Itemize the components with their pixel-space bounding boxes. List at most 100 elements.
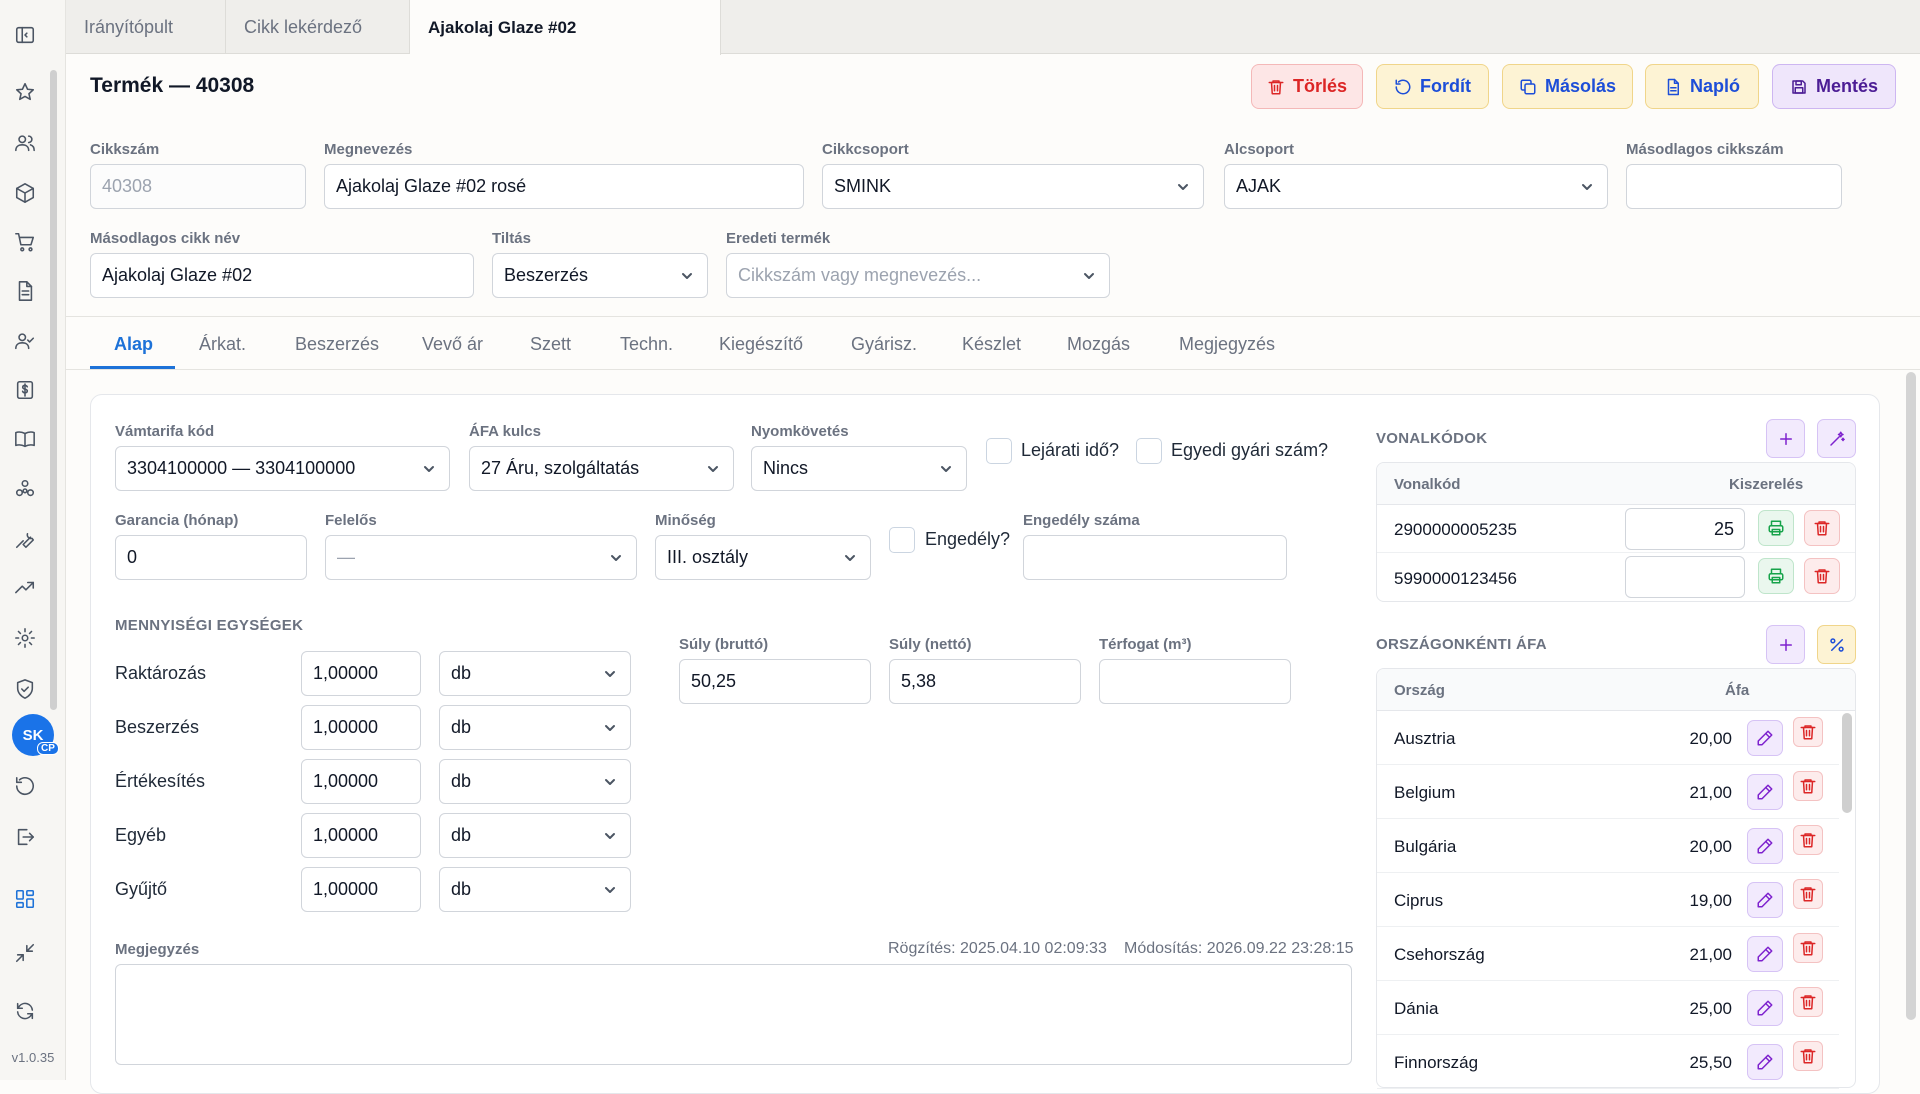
tab-szett[interactable]: Szett (530, 317, 571, 371)
logout-icon[interactable] (12, 824, 38, 850)
dashboard-grid-icon[interactable] (12, 886, 38, 912)
tab-alap[interactable]: Alap (114, 317, 153, 371)
masodlagos-cikk-nev-field[interactable]: Ajakolaj Glaze #02 (90, 253, 474, 298)
edit-vat-button[interactable] (1747, 882, 1783, 918)
unit-select-gyujto[interactable]: db (439, 867, 631, 912)
star-icon[interactable] (12, 79, 38, 105)
main-scrollbar[interactable] (1906, 372, 1916, 1020)
users-icon[interactable] (12, 130, 38, 156)
wrench-icon[interactable] (12, 526, 38, 552)
toggle-sidebar-icon[interactable] (12, 22, 38, 48)
masodlagos-cikkszam-field[interactable] (1626, 164, 1842, 209)
copy-button[interactable]: Másolás (1502, 64, 1633, 109)
nyomkovetes-select[interactable]: Nincs (751, 446, 967, 491)
tiltas-select[interactable]: Beszerzés (492, 253, 708, 298)
afa-select[interactable]: 27 Áru, szolgáltatás (469, 446, 734, 491)
book-icon[interactable] (12, 426, 38, 452)
barcodes-table-header: Vonalkód Kiszerelés (1377, 463, 1855, 505)
history-icon[interactable] (12, 773, 38, 799)
tab-vevo-ar[interactable]: Vevő ár (422, 317, 483, 371)
country-name: Belgium (1394, 783, 1456, 802)
edit-vat-button[interactable] (1747, 720, 1783, 756)
felelos-select[interactable]: — (325, 535, 637, 580)
sidebar-scrollbar[interactable] (50, 70, 57, 710)
edit-vat-button[interactable] (1747, 1044, 1783, 1080)
vat-percent-button[interactable] (1817, 625, 1856, 664)
delete-button[interactable]: Törlés (1251, 64, 1363, 109)
unit-qty-ertekesites[interactable]: 1,00000 (301, 759, 421, 804)
engedely-checkbox[interactable] (889, 527, 915, 553)
user-check-icon[interactable] (12, 328, 38, 354)
print-barcode-button[interactable] (1758, 510, 1794, 546)
unit-select-beszerzes[interactable]: db (439, 705, 631, 750)
unit-qty-egyeb[interactable]: 1,00000 (301, 813, 421, 858)
suly-brutto-field[interactable]: 50,25 (679, 659, 871, 704)
print-barcode-button[interactable] (1758, 558, 1794, 594)
window-tab-item-query[interactable]: Cikk lekérdező (226, 0, 410, 54)
shield-check-icon[interactable] (12, 676, 38, 702)
unit-qty-gyujto[interactable]: 1,00000 (301, 867, 421, 912)
vamtarifa-select[interactable]: 3304100000 — 3304100000 (115, 446, 450, 491)
alcsoport-select[interactable]: AJAK (1224, 164, 1608, 209)
unit-select-egyeb[interactable]: db (439, 813, 631, 858)
garancia-field[interactable]: 0 (115, 535, 307, 580)
pack-field[interactable] (1625, 556, 1745, 598)
engedely-szama-field[interactable] (1023, 535, 1287, 580)
box-icon[interactable] (12, 180, 38, 206)
edit-vat-button[interactable] (1747, 828, 1783, 864)
lejarati-checkbox[interactable] (986, 438, 1012, 464)
delete-vat-button[interactable] (1793, 987, 1823, 1017)
megnevezes-field[interactable]: Ajakolaj Glaze #02 rosé (324, 164, 804, 209)
tab-megjegyzes[interactable]: Megjegyzés (1179, 317, 1275, 371)
delete-vat-button[interactable] (1793, 825, 1823, 855)
tab-arkat[interactable]: Árkat. (199, 317, 246, 371)
document-icon[interactable] (12, 278, 38, 304)
tab-keszlet[interactable]: Készlet (962, 317, 1021, 371)
cart-icon[interactable] (12, 229, 38, 255)
edit-vat-button[interactable] (1747, 990, 1783, 1026)
add-vat-button[interactable] (1766, 625, 1805, 664)
delete-barcode-button[interactable] (1804, 510, 1840, 546)
unit-qty-raktarozas[interactable]: 1,00000 (301, 651, 421, 696)
delete-vat-button[interactable] (1793, 933, 1823, 963)
suly-netto-field[interactable]: 5,38 (889, 659, 1081, 704)
translate-button[interactable]: Fordít (1376, 64, 1489, 109)
unit-qty-beszerzes[interactable]: 1,00000 (301, 705, 421, 750)
window-tab-dashboard[interactable]: Irányítópult (66, 0, 226, 54)
vat-table-scrollbar[interactable] (1842, 713, 1852, 813)
log-button[interactable]: Napló (1645, 64, 1759, 109)
megjegyzes-textarea[interactable] (115, 964, 1352, 1065)
save-button[interactable]: Mentés (1772, 64, 1896, 109)
garancia-label: Garancia (hónap) (115, 512, 239, 529)
tab-mozgas[interactable]: Mozgás (1067, 317, 1130, 371)
eredeti-termek-select[interactable]: Cikkszám vagy megnevezés... (726, 253, 1110, 298)
gear-icon[interactable] (12, 625, 38, 651)
unit-select-ertekesites[interactable]: db (439, 759, 631, 804)
edit-vat-button[interactable] (1747, 774, 1783, 810)
delete-barcode-button[interactable] (1804, 558, 1840, 594)
tab-beszerzes[interactable]: Beszerzés (295, 317, 379, 371)
unit-select-raktarozas[interactable]: db (439, 651, 631, 696)
cikkcsoport-select[interactable]: SMINK (822, 164, 1204, 209)
network-icon[interactable] (12, 476, 38, 502)
delete-vat-button[interactable] (1793, 1041, 1823, 1071)
delete-vat-button[interactable] (1793, 717, 1823, 747)
egyedi-checkbox[interactable] (1136, 438, 1162, 464)
generate-barcode-button[interactable] (1817, 419, 1856, 458)
pack-field[interactable]: 25 (1625, 508, 1745, 550)
delete-vat-button[interactable] (1793, 879, 1823, 909)
tab-gyarisz[interactable]: Gyárisz. (851, 317, 917, 371)
window-tab-product[interactable]: Ajakolaj Glaze #02 (410, 0, 721, 55)
tab-techn[interactable]: Techn. (620, 317, 673, 371)
minoseg-select[interactable]: III. osztály (655, 535, 871, 580)
add-barcode-button[interactable] (1766, 419, 1805, 458)
vat-col-header: Áfa (1725, 682, 1750, 699)
trending-icon[interactable] (12, 575, 38, 601)
edit-vat-button[interactable] (1747, 936, 1783, 972)
tab-kiegeszito[interactable]: Kiegészítő (719, 317, 803, 371)
collapse-icon[interactable] (12, 940, 38, 966)
invoice-dollar-icon[interactable] (12, 377, 38, 403)
delete-vat-button[interactable] (1793, 771, 1823, 801)
terfogat-field[interactable] (1099, 659, 1291, 704)
refresh-icon[interactable] (12, 998, 38, 1024)
